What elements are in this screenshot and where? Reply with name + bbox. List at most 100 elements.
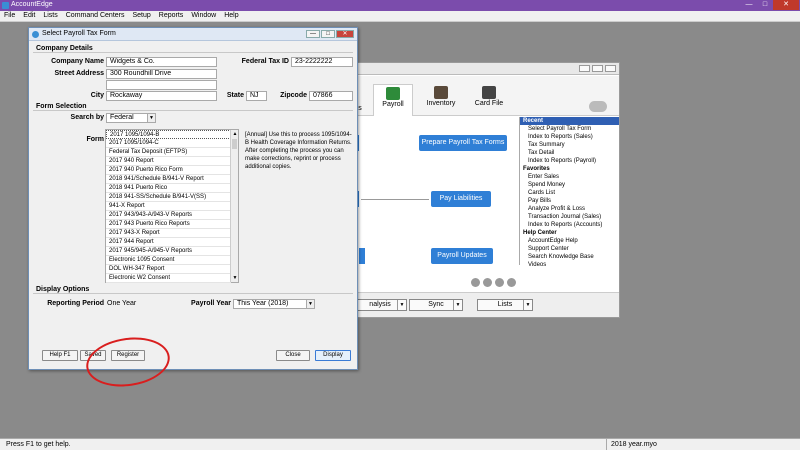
recent-item[interactable]: Tax Summary xyxy=(520,141,619,149)
recent-item[interactable]: Index to Reports (Payroll) xyxy=(520,157,619,165)
recent-item[interactable]: Select Payroll Tax Form xyxy=(520,125,619,133)
form-list-item[interactable]: 2017 943/943-A/943-V Reports xyxy=(106,211,231,220)
lists-button[interactable]: Lists ▼ xyxy=(477,299,533,311)
menu-reports[interactable]: Reports xyxy=(155,11,188,21)
help-item[interactable]: Support Center xyxy=(520,245,619,253)
favorite-item[interactable]: Transaction Journal (Sales) xyxy=(520,213,619,221)
close-dialog-button[interactable]: Close xyxy=(276,350,310,361)
cc-close-button[interactable] xyxy=(605,65,616,72)
scroll-thumb[interactable] xyxy=(232,139,237,149)
city-field[interactable]: Rockaway xyxy=(106,91,217,101)
cc-maximize-button[interactable] xyxy=(592,65,603,72)
favorite-item[interactable]: Pay Bills xyxy=(520,197,619,205)
menu-command-centers[interactable]: Command Centers xyxy=(62,11,129,21)
tab-inventory[interactable]: Inventory xyxy=(421,84,461,116)
card-file-icon xyxy=(482,86,496,99)
form-list-item[interactable]: 2018 941-SS/Schedule B/941-V(SS) xyxy=(106,193,231,202)
form-list-item[interactable]: 2017 944 Report xyxy=(106,238,231,247)
register-button[interactable]: Register xyxy=(111,350,145,361)
form-list-item[interactable]: 2017 945/945-A/945-V Reports xyxy=(106,247,231,256)
form-list-item[interactable]: 941-X Report xyxy=(106,202,231,211)
help-item[interactable]: AccountEdge Help xyxy=(520,237,619,245)
zipcode-field[interactable]: 07866 xyxy=(309,91,353,101)
form-list-item[interactable]: Federal Tax Deposit (EFTPS) xyxy=(106,148,231,157)
pay-liabilities-button[interactable]: Pay Liabilities xyxy=(431,191,491,207)
recent-item[interactable]: Tax Detail xyxy=(520,149,619,157)
form-list-item[interactable]: 2017 1095/1094-C xyxy=(106,139,231,148)
street-address-field[interactable]: 300 Roundhill Drive xyxy=(106,69,217,79)
cc-minimize-button[interactable] xyxy=(579,65,590,72)
menu-setup[interactable]: Setup xyxy=(129,11,155,21)
form-list-item[interactable]: 2017 943 Puerto Rico Reports xyxy=(106,220,231,229)
menu-window[interactable]: Window xyxy=(187,11,220,21)
state-field[interactable]: NJ xyxy=(246,91,267,101)
favorite-item[interactable]: Spend Money xyxy=(520,181,619,189)
favorites-header: Favorites xyxy=(523,166,550,172)
command-center-title-bar xyxy=(335,63,619,75)
command-center-bottom-bar: nalysis ▼ Sync ▼ Lists ▼ xyxy=(335,292,619,317)
twitter-icon[interactable] xyxy=(483,278,492,287)
federal-tax-id-field[interactable]: 23-2222222 xyxy=(291,57,353,67)
form-list-item[interactable]: 2018 941 Puerto Rico xyxy=(106,184,231,193)
form-list-item[interactable]: 2018 941/Schedule B/941-V Report xyxy=(106,175,231,184)
dialog-minimize-button[interactable]: — xyxy=(306,30,320,38)
favorite-item[interactable]: Index to Reports (Accounts) xyxy=(520,221,619,229)
form-list-item[interactable]: Electronic 1095 Consent xyxy=(106,256,231,265)
favorite-item[interactable]: Enter Sales xyxy=(520,173,619,181)
facebook-icon[interactable] xyxy=(471,278,480,287)
dialog-app-icon xyxy=(32,31,39,38)
form-list-item[interactable]: 2017 943-X Report xyxy=(106,229,231,238)
saved-button[interactable]: Saved xyxy=(80,350,106,361)
form-list-item[interactable]: DOL WH-347 Report xyxy=(106,265,231,274)
payroll-updates-button[interactable]: Payroll Updates xyxy=(431,248,493,264)
recent-item[interactable]: Index to Reports (Sales) xyxy=(520,133,619,141)
menu-lists[interactable]: Lists xyxy=(39,11,61,21)
federal-tax-id-label: Federal Tax ID xyxy=(241,58,289,65)
menu-bar: File Edit Lists Command Centers Setup Re… xyxy=(0,11,800,22)
tab-card-file[interactable]: Card File xyxy=(469,84,509,116)
sync-button[interactable]: Sync ▼ xyxy=(409,299,463,311)
linkedin-icon[interactable] xyxy=(507,278,516,287)
street-address-label: Street Address xyxy=(54,70,104,77)
menu-file[interactable]: File xyxy=(0,11,19,21)
company-name-label: Company Name xyxy=(51,58,104,65)
close-button[interactable]: ✕ xyxy=(773,0,799,10)
menu-edit[interactable]: Edit xyxy=(19,11,39,21)
company-name-field[interactable]: Widgets & Co. xyxy=(106,57,217,67)
flow-stub-3[interactable] xyxy=(359,248,365,264)
payroll-year-label: Payroll Year xyxy=(191,300,231,307)
payroll-year-select[interactable]: This Year (2018) ▼ xyxy=(233,299,315,309)
form-list-scrollbar[interactable]: ▲ ▼ xyxy=(230,130,238,282)
favorite-item[interactable]: Analyze Profit & Loss xyxy=(520,205,619,213)
analysis-button[interactable]: nalysis ▼ xyxy=(353,299,407,311)
form-description: [Annual] Use this to process 1095/1094-B… xyxy=(245,132,352,170)
help-item[interactable]: Videos xyxy=(520,261,619,269)
search-by-select[interactable]: Federal ▼ xyxy=(106,113,156,123)
cloud-sync-icon[interactable] xyxy=(589,101,607,112)
help-button[interactable]: Help F1 xyxy=(42,350,78,361)
favorite-item[interactable]: Cards List xyxy=(520,189,619,197)
form-list-item[interactable]: 2017 940 Report xyxy=(106,157,231,166)
chevron-down-icon: ▼ xyxy=(523,300,532,310)
tab-payroll-label: Payroll xyxy=(382,101,404,108)
youtube-icon[interactable] xyxy=(495,278,504,287)
company-details-header: Company Details xyxy=(33,45,353,53)
state-label: State xyxy=(226,92,244,99)
menu-help[interactable]: Help xyxy=(220,11,242,21)
form-list-item-selected[interactable]: 2017 1095/1094-B xyxy=(106,130,231,139)
display-button[interactable]: Display xyxy=(315,350,351,361)
scroll-down-icon[interactable]: ▼ xyxy=(231,274,239,282)
scroll-up-icon[interactable]: ▲ xyxy=(231,130,239,138)
dialog-close-button[interactable]: ✕ xyxy=(336,30,354,38)
minimize-button[interactable]: — xyxy=(741,0,757,10)
form-list-item[interactable]: Electronic W2 Consent xyxy=(106,274,231,283)
street-address-line2-field[interactable] xyxy=(106,80,217,90)
dialog-maximize-button[interactable]: □ xyxy=(321,30,335,38)
search-by-label: Search by xyxy=(70,114,104,121)
tab-payroll[interactable]: Payroll xyxy=(373,84,413,116)
form-list-item[interactable]: 2017 940 Puerto Rico Form xyxy=(106,166,231,175)
prepare-payroll-tax-forms-button[interactable]: Prepare Payroll Tax Forms xyxy=(419,135,507,151)
help-item[interactable]: Search Knowledge Base xyxy=(520,253,619,261)
maximize-button[interactable]: □ xyxy=(757,0,773,10)
form-list[interactable]: 2017 1095/1094-B 2017 1095/1094-C Federa… xyxy=(105,129,239,283)
